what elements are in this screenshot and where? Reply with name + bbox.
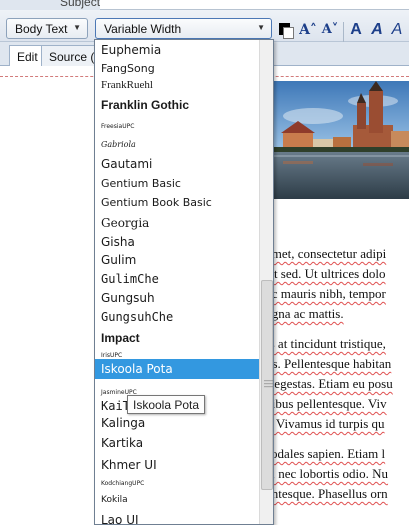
font-option-euphemia[interactable]: Euphemia [95, 40, 259, 60]
font-option-gungsuhche[interactable]: GungsuhChe [95, 307, 259, 327]
font-tooltip: Iskoola Pota [127, 395, 206, 414]
font-option-gulim[interactable]: Gulim [95, 250, 259, 270]
font-option-gungsuh[interactable]: Gungsuh [95, 288, 259, 308]
font-option-lao-ui[interactable]: Lao UI [95, 510, 259, 524]
formatting-toolbar: Body Text ▼ Variable Width ▼ A˄ A˅ A A A [0, 10, 409, 42]
body-line: s egestas. Etiam eu posu [266, 376, 393, 391]
grow-font-button[interactable]: A˄ [298, 22, 318, 44]
body-line: ec mauris nibh, tempor [266, 286, 386, 301]
subject-field[interactable] [100, 0, 409, 10]
body-line: sodales sapien. Etiam l [266, 446, 386, 461]
italic-button[interactable]: A [369, 21, 385, 43]
font-option-kalinga[interactable]: Kalinga [95, 413, 259, 433]
font-option-gulimche[interactable]: GulimChe [95, 269, 259, 289]
font-option-franklin-gothic[interactable]: Franklin Gothic [95, 95, 259, 115]
light-italic-button[interactable]: A [389, 21, 405, 43]
chevron-down-icon: ▼ [73, 23, 81, 32]
toolbar-divider [343, 22, 344, 42]
subject-label: Subject: [60, 0, 104, 9]
paragraph-style-value: Body Text [15, 22, 68, 36]
body-line: entesque. Phasellus orn [266, 486, 388, 501]
body-line: is at tincidunt tristique, [266, 336, 386, 351]
font-family-combo[interactable]: Variable Width ▼ [95, 18, 272, 39]
font-option-gisha[interactable]: Gisha [95, 232, 259, 252]
text-color-icon[interactable] [279, 23, 294, 41]
font-option-freesiaupc[interactable]: FreesiaUPC [95, 117, 259, 137]
font-option-gentium-book-basic[interactable]: Gentium Book Basic [95, 193, 259, 213]
font-option-impact[interactable]: Impact [95, 328, 259, 348]
paragraph-style-combo[interactable]: Body Text ▼ [6, 18, 88, 39]
cityscape-photo[interactable] [273, 81, 409, 199]
tab-source[interactable]: Source (HTML) [41, 45, 97, 67]
body-line: rit sed. Ut ultrices dolo [266, 266, 386, 281]
font-option-georgia[interactable]: Georgia [95, 213, 259, 233]
font-family-dropdown[interactable]: Euphemia FangSong FrankRuehl Franklin Go… [94, 39, 274, 525]
font-option-gabriola[interactable]: Gabriola [95, 135, 259, 155]
grip-icon: ― ― ― [264, 375, 273, 391]
body-line: t. Vivamus id turpis qu [266, 416, 385, 431]
body-line: c, nec lobortis odio. Nu [266, 466, 389, 481]
subject-bar: Subject: [0, 0, 409, 10]
font-option-kartika[interactable]: Kartika [95, 433, 259, 453]
body-line: cibus pellentesque. Viv [266, 396, 387, 411]
bold-button[interactable]: A [348, 21, 364, 43]
font-option-frankruehl[interactable]: FrankRuehl [95, 75, 259, 95]
font-option-khmer-ui[interactable]: Khmer UI [95, 455, 259, 475]
scroll-thumb[interactable]: ― ― ― [261, 280, 273, 490]
body-line: agna ac mattis. [266, 306, 344, 321]
dropdown-scrollbar[interactable]: ― ― ― [259, 40, 273, 524]
shrink-font-button[interactable]: A˅ [320, 22, 340, 44]
font-option-iskoola-pota[interactable]: Iskoola Pota [95, 359, 259, 379]
body-line: us. Pellentesque habitan [266, 356, 392, 371]
chevron-down-icon: ▼ [257, 23, 265, 32]
font-option-gentium-basic[interactable]: Gentium Basic [95, 174, 259, 194]
font-option-gautami[interactable]: Gautami [95, 154, 259, 174]
font-option-kokila[interactable]: Kokila [95, 490, 259, 510]
font-family-value: Variable Width [104, 22, 182, 36]
body-line: amet, consectetur adipi [266, 246, 387, 261]
